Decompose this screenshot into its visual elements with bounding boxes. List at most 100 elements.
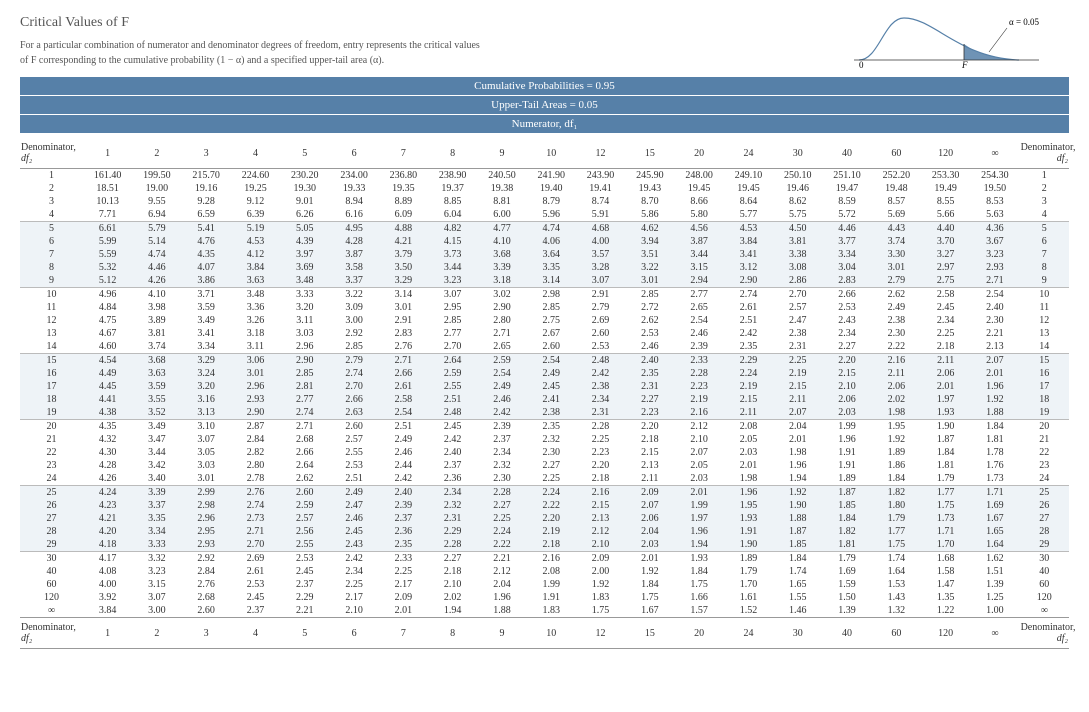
cell: 2.10 <box>822 380 871 393</box>
cell: 2.53 <box>231 578 280 591</box>
cell: 2.96 <box>182 512 231 525</box>
col-header: 60 <box>872 138 921 169</box>
row-df2-right: 30 <box>1020 552 1069 566</box>
cell: 2.92 <box>182 552 231 566</box>
cell: 2.71 <box>280 420 329 434</box>
cell: 4.56 <box>675 222 724 236</box>
cell: 230.20 <box>280 169 329 183</box>
col-header: 7 <box>379 138 428 169</box>
cell: 2.60 <box>527 340 576 354</box>
cell: 2.40 <box>379 486 428 500</box>
table-row: 304.173.322.922.692.532.422.332.272.212.… <box>20 552 1069 566</box>
cell: 19.33 <box>329 182 378 195</box>
cell: 1.96 <box>822 433 871 446</box>
row-df2-right: 8 <box>1020 261 1069 274</box>
cell: 3.89 <box>132 314 181 327</box>
axis-f: F <box>961 60 968 70</box>
cell: 2.10 <box>329 604 378 618</box>
cell: 2.72 <box>625 301 674 314</box>
cell: 4.75 <box>83 314 132 327</box>
cell: 1.92 <box>970 393 1019 406</box>
cell: 2.24 <box>724 367 773 380</box>
cell: 4.53 <box>724 222 773 236</box>
cell: 3.68 <box>477 248 526 261</box>
cell: 4.50 <box>773 222 822 236</box>
cell: 1.96 <box>477 591 526 604</box>
table-row: 75.594.744.354.123.973.873.793.733.683.6… <box>20 248 1069 261</box>
cell: 2.59 <box>477 354 526 368</box>
cell: 1.85 <box>822 499 871 512</box>
table-row: 264.233.372.982.742.592.472.392.322.272.… <box>20 499 1069 512</box>
cell: 4.40 <box>921 222 970 236</box>
cell: 2.07 <box>773 406 822 420</box>
cell: 2.45 <box>280 565 329 578</box>
cell: 2.25 <box>773 354 822 368</box>
row-df2: 11 <box>20 301 83 314</box>
cell: 1.91 <box>822 446 871 459</box>
cell: 4.26 <box>132 274 181 288</box>
cell: 2.25 <box>527 472 576 486</box>
cell: 2.65 <box>675 301 724 314</box>
cell: 4.15 <box>428 235 477 248</box>
cell: 2.95 <box>428 301 477 314</box>
cell: 1.92 <box>625 565 674 578</box>
cell: 19.35 <box>379 182 428 195</box>
cell: 3.33 <box>280 288 329 302</box>
cell: 2.42 <box>428 433 477 446</box>
cell: 8.64 <box>724 195 773 208</box>
cell: 2.83 <box>379 327 428 340</box>
cell: 2.74 <box>329 367 378 380</box>
col-footer: 120 <box>921 618 970 649</box>
cell: 4.00 <box>83 578 132 591</box>
cell: 4.96 <box>83 288 132 302</box>
cell: 2.32 <box>428 499 477 512</box>
cell: 19.48 <box>872 182 921 195</box>
cell: 2.42 <box>477 406 526 420</box>
cell: 3.11 <box>231 340 280 354</box>
cell: 2.32 <box>477 459 526 472</box>
cell: 2.15 <box>773 380 822 393</box>
cell: 1.70 <box>921 538 970 552</box>
col-header: 9 <box>477 138 526 169</box>
cell: 1.58 <box>921 565 970 578</box>
cell: 3.67 <box>970 235 1019 248</box>
cell: 2.18 <box>527 538 576 552</box>
cell: 1.94 <box>428 604 477 618</box>
cell: 1.96 <box>773 459 822 472</box>
cell: 2.49 <box>379 433 428 446</box>
row-df2: 8 <box>20 261 83 274</box>
cell: 3.98 <box>132 301 181 314</box>
row-df2: 26 <box>20 499 83 512</box>
cell: 3.40 <box>132 472 181 486</box>
table-row: 164.493.633.243.012.852.742.662.592.542.… <box>20 367 1069 380</box>
cell: 4.53 <box>231 235 280 248</box>
cell: 2.10 <box>576 538 625 552</box>
cell: 2.93 <box>970 261 1019 274</box>
cell: 2.42 <box>379 472 428 486</box>
table-row: 154.543.683.293.062.902.792.712.642.592.… <box>20 354 1069 368</box>
cell: 3.10 <box>182 420 231 434</box>
cell: 3.11 <box>280 314 329 327</box>
col-header: 6 <box>329 138 378 169</box>
cell: 2.51 <box>428 393 477 406</box>
row-df2: 15 <box>20 354 83 368</box>
cell: 2.02 <box>872 393 921 406</box>
row-df2: 13 <box>20 327 83 340</box>
row-df2-right: 22 <box>1020 446 1069 459</box>
cell: 3.24 <box>182 367 231 380</box>
cell: 3.97 <box>280 248 329 261</box>
table-row: 310.139.559.289.129.018.948.898.858.818.… <box>20 195 1069 208</box>
cell: 2.71 <box>379 354 428 368</box>
cell: 2.98 <box>527 288 576 302</box>
cell: 2.87 <box>231 420 280 434</box>
cell: 2.02 <box>428 591 477 604</box>
cell: 2.76 <box>182 578 231 591</box>
cell: 4.38 <box>83 406 132 420</box>
cell: 4.36 <box>970 222 1019 236</box>
row-df2: 120 <box>20 591 83 604</box>
cell: 1.65 <box>970 525 1019 538</box>
cell: 2.10 <box>675 433 724 446</box>
cell: 3.06 <box>231 354 280 368</box>
cell: 2.31 <box>428 512 477 525</box>
cell: 19.30 <box>280 182 329 195</box>
